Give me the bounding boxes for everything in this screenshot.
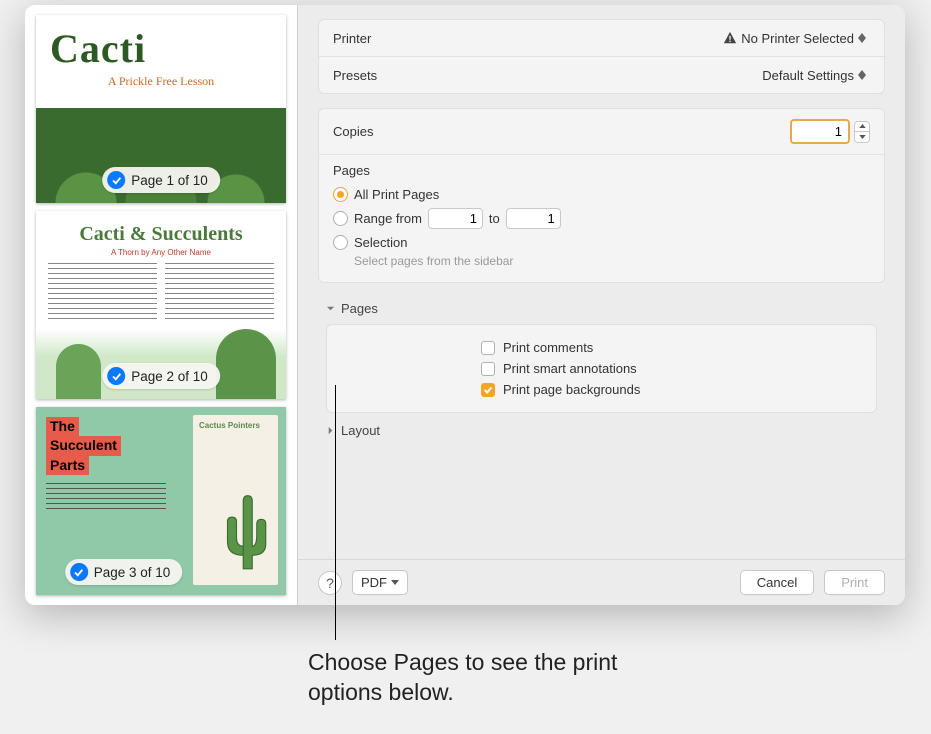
presets-value: Default Settings <box>762 68 854 83</box>
presets-popup[interactable]: Default Settings <box>762 67 870 83</box>
dialog-footer: ? PDF Cancel Print <box>298 559 905 605</box>
radio-label: Range from <box>354 211 422 226</box>
button-label: Print <box>841 575 868 590</box>
doc-subtitle: A Prickle Free Lesson <box>36 74 286 89</box>
page-thumbnail[interactable]: Cacti A Prickle Free Lesson Page 1 of 10 <box>36 15 286 203</box>
pages-all-radio-row[interactable]: All Print Pages <box>333 184 870 205</box>
pages-disclosure-body: Print comments Print smart annotations P… <box>326 324 877 413</box>
printer-row: Printer No Printer Selected <box>319 20 884 57</box>
checkbox-label: Print page backgrounds <box>503 382 640 397</box>
print-options-panel: Printer No Printer Selected Presets <box>298 5 905 605</box>
page-thumbnail[interactable]: Cacti & Succulents A Thorn by Any Other … <box>36 211 286 399</box>
checkbox-icon[interactable] <box>481 383 495 397</box>
print-comments-row[interactable]: Print comments <box>481 337 862 358</box>
radio-icon[interactable] <box>333 187 348 202</box>
doc-subtitle: A Thorn by Any Other Name <box>48 248 274 257</box>
disclosure-title: Layout <box>341 423 380 438</box>
warning-icon <box>723 31 737 45</box>
copies-label: Copies <box>333 124 373 139</box>
button-label: Cancel <box>757 575 797 590</box>
checkbox-icon[interactable] <box>481 341 495 355</box>
checkmark-icon <box>107 171 125 189</box>
range-from-input[interactable] <box>428 208 483 229</box>
pdf-label: PDF <box>361 575 387 590</box>
pages-selection-radio-row[interactable]: Selection <box>333 232 870 253</box>
copies-pages-section: Copies Pages All Print Pages <box>318 108 885 283</box>
printer-value: No Printer Selected <box>741 31 854 46</box>
stepper-up-icon[interactable] <box>855 122 869 132</box>
body-text-art <box>46 483 166 513</box>
help-button[interactable]: ? <box>318 571 342 595</box>
copies-row: Copies <box>319 109 884 155</box>
checkmark-icon <box>107 367 125 385</box>
printer-presets-section: Printer No Printer Selected Presets <box>318 19 885 94</box>
copies-stepper[interactable] <box>854 121 870 143</box>
pdf-button[interactable]: PDF <box>352 570 408 595</box>
layout-disclosure-header[interactable]: Layout <box>318 419 885 442</box>
radio-icon[interactable] <box>333 235 348 250</box>
checkmark-icon <box>70 563 88 581</box>
stepper-down-icon[interactable] <box>855 132 869 142</box>
pages-block: Pages All Print Pages Range from to <box>319 155 884 282</box>
updown-icon <box>858 67 870 83</box>
page-badge[interactable]: Page 2 of 10 <box>102 363 220 389</box>
page-thumbnails-sidebar: Cacti A Prickle Free Lesson Page 1 of 10… <box>25 5 298 605</box>
chevron-down-icon <box>391 580 399 585</box>
page-badge[interactable]: Page 3 of 10 <box>65 559 183 585</box>
body-text-art <box>48 263 274 323</box>
page-label: Page 3 of 10 <box>94 565 171 580</box>
range-to-label: to <box>489 211 500 226</box>
pages-range-radio-row[interactable]: Range from to <box>333 205 870 232</box>
chevron-down-icon <box>326 304 335 313</box>
help-icon: ? <box>326 575 334 591</box>
radio-label: Selection <box>354 235 407 250</box>
options-scroll: Printer No Printer Selected Presets <box>298 5 905 559</box>
pages-heading: Pages <box>333 163 870 178</box>
copies-input[interactable] <box>790 119 850 144</box>
page-label: Page 1 of 10 <box>131 173 208 188</box>
print-backgrounds-row[interactable]: Print page backgrounds <box>481 379 862 400</box>
checkbox-label: Print comments <box>503 340 593 355</box>
cancel-button[interactable]: Cancel <box>740 570 814 595</box>
callout-text: Choose Pages to see the print options be… <box>308 648 628 708</box>
range-to-input[interactable] <box>506 208 561 229</box>
callout-leader-line <box>335 385 336 640</box>
doc-title: Cacti <box>36 15 286 72</box>
disclosure-title: Pages <box>341 301 378 316</box>
page-label: Page 2 of 10 <box>131 369 208 384</box>
presets-row: Presets Default Settings <box>319 57 884 93</box>
radio-icon[interactable] <box>333 211 348 226</box>
printer-label: Printer <box>333 31 371 46</box>
print-dialog: Cacti A Prickle Free Lesson Page 1 of 10… <box>25 5 905 605</box>
cactus-icon <box>223 490 268 580</box>
updown-icon <box>858 30 870 46</box>
checkbox-label: Print smart annotations <box>503 361 637 376</box>
checkbox-icon[interactable] <box>481 362 495 376</box>
chevron-right-icon <box>326 426 335 435</box>
pages-disclosure-header[interactable]: Pages <box>318 297 885 320</box>
presets-label: Presets <box>333 68 377 83</box>
page-badge[interactable]: Page 1 of 10 <box>102 167 220 193</box>
printer-popup[interactable]: No Printer Selected <box>723 30 870 46</box>
layout-disclosure: Layout <box>318 419 885 442</box>
print-annotations-row[interactable]: Print smart annotations <box>481 358 862 379</box>
page-thumbnail[interactable]: The Succulent Parts Cactus Pointers Page… <box>36 407 286 595</box>
print-button[interactable]: Print <box>824 570 885 595</box>
selection-hint: Select pages from the sidebar <box>354 254 870 268</box>
doc-title: Cacti & Succulents <box>48 223 274 246</box>
radio-label: All Print Pages <box>354 187 439 202</box>
pages-disclosure: Pages Print comments Print smart annotat… <box>318 297 885 413</box>
